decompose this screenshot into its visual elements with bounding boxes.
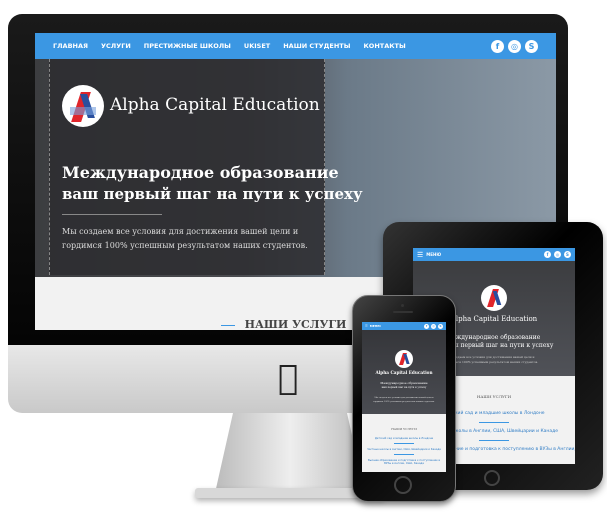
services-title: НАШИ УСЛУГИ [391, 427, 417, 431]
tablet-menu-label[interactable]: МЕНЮ [426, 252, 441, 257]
hero-lead-1: Мы создаем все условия для достижения ва… [446, 355, 535, 359]
instagram-icon[interactable]: ◎ [431, 323, 436, 329]
nav-ukiset[interactable]: UKISET [244, 42, 270, 50]
facebook-icon[interactable]: f [424, 323, 429, 329]
skype-icon[interactable]: S [525, 39, 538, 53]
hero-lead-2: гордимся 100% успешным результатом наших… [62, 241, 308, 250]
zigzag-divider [362, 414, 446, 417]
hamburger-icon[interactable]: ☰ [417, 251, 423, 259]
tablet-nav: ☰ МЕНЮ f ◎ S [413, 248, 575, 261]
hero-lead-1: Мы создаем все условия для достижения ва… [62, 227, 299, 236]
instagram-icon[interactable]: ◎ [554, 251, 561, 258]
brand-name: Alpha Capital Education [110, 95, 320, 115]
hero-divider [62, 214, 162, 215]
hamburger-icon[interactable]: ☰ [365, 324, 368, 328]
hero-headline-1: Международное образование [62, 163, 339, 182]
desktop-nav: ГЛАВНАЯ УСЛУГИ ПРЕСТИЖНЫЕ ШКОЛЫ UKISET Н… [35, 33, 556, 59]
hero-lead-1: Мы создаем все условия для достижения ва… [374, 397, 434, 399]
hero-headline-1: Международное образование [380, 381, 428, 385]
hero-lead-2: гордимся 100% успешным результатом наших… [373, 401, 435, 403]
phone-screen: ☰ МЕНЮ f ◎ S Alpha Capital Education Меж… [362, 322, 446, 472]
brand-logo [62, 85, 104, 127]
service-link[interactable]: Частные школы в Англии, США, Швейцарии и… [362, 448, 446, 451]
service-link[interactable]: Высшее образование и подготовка к поступ… [362, 459, 446, 465]
skype-icon[interactable]: S [564, 251, 571, 258]
nav-students[interactable]: НАШИ СТУДЕНТЫ [283, 42, 350, 50]
facebook-icon[interactable]: f [491, 39, 504, 53]
facebook-icon[interactable]: f [544, 251, 551, 258]
phone-menu-label[interactable]: МЕНЮ [370, 324, 381, 328]
hero-headline-1: Международное образование [446, 334, 541, 341]
phone-hero: Alpha Capital Education Международное об… [362, 330, 446, 414]
skype-icon[interactable]: S [438, 323, 443, 329]
nav-contacts[interactable]: КОНТАКТЫ [363, 42, 405, 50]
hero-headline-2: ваш первый шаг на пути к успеху [62, 185, 363, 203]
nav-home[interactable]: ГЛАВНАЯ [53, 42, 88, 50]
services-title: НАШИ УСЛУГИ [244, 318, 347, 330]
hero-headline-2: ваш первый шаг на пути к успеху [446, 342, 554, 349]
service-link[interactable]: Детский сад и младшие школы в Лондоне [362, 437, 446, 440]
phone-nav: ☰ МЕНЮ f ◎ S [362, 322, 446, 330]
nav-schools[interactable]: ПРЕСТИЖНЫЕ ШКОЛЫ [144, 42, 231, 50]
brand-logo [395, 350, 413, 368]
hero-panel: Alpha Capital Education Международное об… [49, 59, 363, 275]
apple-logo-icon:  [278, 358, 298, 398]
brand-name: Alpha Capital Education [375, 370, 433, 375]
phone-home-button [394, 476, 412, 494]
imac-stand [215, 413, 365, 493]
nav-services[interactable]: УСЛУГИ [101, 42, 131, 50]
hero-headline-2: ваш первый шаг на пути к успеху [381, 386, 427, 389]
brand-logo [481, 285, 507, 311]
instagram-icon[interactable]: ◎ [508, 39, 521, 53]
tablet-home-button [484, 470, 500, 486]
hero-lead-2: гордимся 100% успешным результатом наших… [446, 360, 539, 364]
